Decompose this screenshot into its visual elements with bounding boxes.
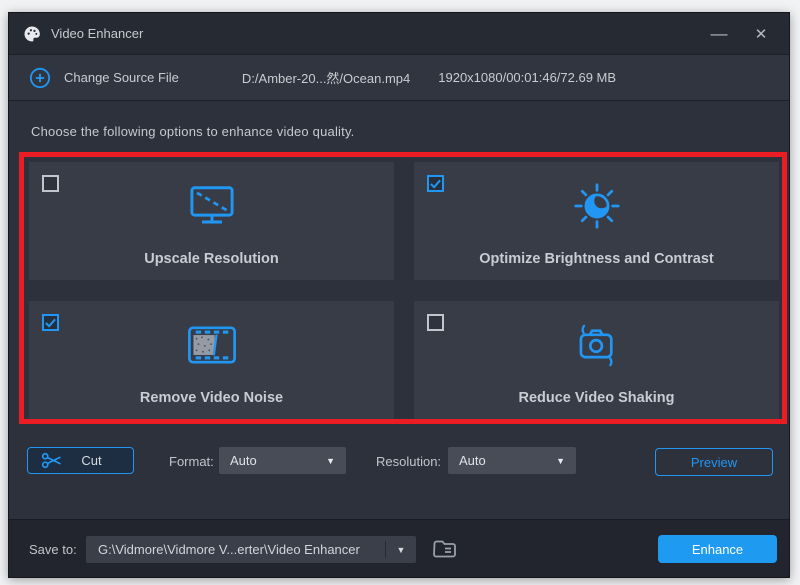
filmstrip-noise-icon — [29, 319, 394, 371]
window-title: Video Enhancer — [51, 26, 143, 41]
change-source-file-button[interactable]: Change Source File — [29, 67, 179, 89]
option-label: Remove Video Noise — [29, 390, 394, 406]
save-path-value: G:\Vidmore\Vidmore V...erter\Video Enhan… — [86, 542, 385, 557]
chevron-down-icon: ▼ — [556, 456, 565, 466]
video-enhancer-window: Video Enhancer — ✕ Change Source File D:… — [8, 12, 790, 578]
resolution-dropdown[interactable]: Auto ▼ — [448, 447, 576, 474]
save-path-dropdown[interactable]: G:\Vidmore\Vidmore V...erter\Video Enhan… — [86, 536, 416, 563]
folder-icon — [432, 539, 458, 559]
source-file-path: D:/Amber-20...然/Ocean.mp4 — [242, 68, 410, 87]
format-dropdown[interactable]: Auto ▼ — [219, 447, 346, 474]
source-file-info: 1920x1080/00:01:46/72.69 MB — [438, 70, 616, 85]
format-label: Format: — [169, 454, 214, 469]
footer-bar: Save to: G:\Vidmore\Vidmore V...erter\Vi… — [9, 519, 789, 577]
chevron-down-icon[interactable]: ▼ — [386, 545, 416, 555]
option-label: Optimize Brightness and Contrast — [414, 251, 779, 267]
option-optimize-brightness[interactable]: Optimize Brightness and Contrast — [414, 162, 779, 280]
scissors-icon — [41, 451, 63, 470]
preview-button[interactable]: Preview — [655, 448, 773, 476]
minimize-button[interactable]: — — [705, 20, 733, 48]
camera-shake-icon — [414, 319, 779, 371]
option-label: Upscale Resolution — [29, 251, 394, 267]
palette-icon — [23, 25, 41, 43]
option-remove-noise[interactable]: Remove Video Noise — [29, 301, 394, 419]
monitor-upscale-icon — [29, 180, 394, 232]
chevron-down-icon: ▼ — [326, 456, 335, 466]
save-to-label: Save to: — [29, 542, 77, 557]
cut-button[interactable]: Cut — [27, 447, 134, 474]
cut-label: Cut — [63, 453, 120, 468]
enhance-button[interactable]: Enhance — [658, 535, 777, 563]
option-upscale-resolution[interactable]: Upscale Resolution — [29, 162, 394, 280]
close-button[interactable]: ✕ — [747, 20, 775, 48]
add-circle-icon — [29, 67, 51, 89]
brightness-sun-icon — [414, 180, 779, 232]
enhance-options-grid: Upscale Resolution — [29, 162, 779, 419]
open-folder-button[interactable] — [429, 535, 461, 563]
format-value: Auto — [230, 453, 257, 468]
resolution-value: Auto — [459, 453, 486, 468]
resolution-label: Resolution: — [376, 454, 441, 469]
source-file-bar: Change Source File D:/Amber-20...然/Ocean… — [9, 54, 789, 101]
instruction-text: Choose the following options to enhance … — [31, 124, 355, 139]
option-label: Reduce Video Shaking — [414, 390, 779, 406]
change-source-label: Change Source File — [64, 70, 179, 85]
option-reduce-shaking[interactable]: Reduce Video Shaking — [414, 301, 779, 419]
title-bar: Video Enhancer — ✕ — [9, 13, 789, 54]
